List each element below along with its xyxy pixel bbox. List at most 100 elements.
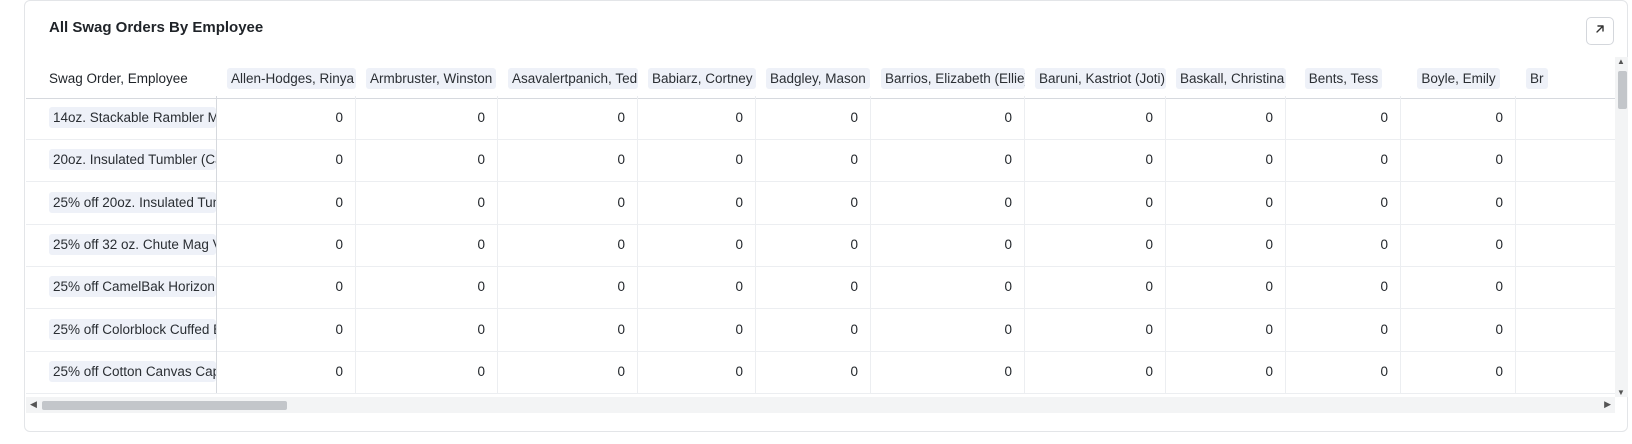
table-cell[interactable]: 0	[1025, 265, 1166, 309]
column-header[interactable]: Asavalertpanich, Ted	[498, 57, 638, 99]
table-cell[interactable]: 0	[498, 180, 638, 224]
table-cell[interactable]: 0	[638, 222, 756, 266]
table-cell[interactable]: 0	[1166, 180, 1286, 224]
table-cell[interactable]: 0	[1401, 222, 1516, 266]
table-cell[interactable]: 0	[1025, 307, 1166, 351]
table-cell[interactable]: 0	[1286, 96, 1401, 139]
table-cell[interactable]: 0	[217, 96, 356, 139]
table-cell[interactable]: 0	[356, 349, 498, 393]
table-cell[interactable]: 0	[356, 307, 498, 351]
expand-button[interactable]	[1586, 17, 1614, 45]
table-cell[interactable]: 0	[1401, 180, 1516, 224]
table-row[interactable]: 25% off 32 oz. Chute Mag Va 0 0 0 0 0 0 0 0 0 0	[26, 222, 1615, 267]
table-cell[interactable]: 0	[1166, 138, 1286, 182]
table-row[interactable]: 25% off Colorblock Cuffed B0000000000	[26, 307, 1615, 352]
table-cell[interactable]: 0	[1401, 265, 1516, 309]
horizontal-scroll-thumb[interactable]	[42, 401, 287, 410]
table-cell[interactable]: 0	[1286, 180, 1401, 224]
table-cell[interactable]: 0	[1286, 222, 1401, 266]
table-cell[interactable]: 0	[1166, 96, 1286, 139]
table-cell[interactable]: 0	[756, 349, 871, 393]
table-cell[interactable]: 0	[1401, 96, 1516, 139]
table-cell[interactable]: 0	[498, 349, 638, 393]
table-cell[interactable]: 0	[498, 265, 638, 309]
table-cell[interactable]: 0	[871, 222, 1025, 266]
column-header[interactable]: Barrios, Elizabeth (Ellie)	[871, 57, 1025, 99]
column-header[interactable]: Boyle, Emily	[1401, 57, 1516, 99]
table-cell[interactable]: 0	[217, 222, 356, 266]
table-row[interactable]: 14oz. Stackable Rambler Mu 0 0 0 0 0 0 0 0 0 0	[26, 96, 1615, 140]
row-header-cell[interactable]: 25% off 20oz. Insulated Tum	[26, 180, 217, 224]
table-cell[interactable]: 0	[871, 307, 1025, 351]
table-cell[interactable]: 0	[1401, 307, 1516, 351]
row-header-cell[interactable]: 25% off Colorblock Cuffed B	[26, 307, 217, 351]
scroll-down-icon[interactable]: ▼	[1617, 388, 1625, 397]
table-cell[interactable]: 0	[638, 349, 756, 393]
row-header-cell[interactable]: 25% off Cotton Canvas Cap (	[26, 349, 217, 393]
table-cell[interactable]: 0	[217, 138, 356, 182]
table-cell[interactable]: 0	[1166, 265, 1286, 309]
row-header-cell[interactable]: 25% off 32 oz. Chute Mag Va	[26, 222, 217, 266]
column-header[interactable]: Baskall, Christina	[1166, 57, 1286, 99]
table-row[interactable]: 25% off 20oz. Insulated Tum 0 0 0 0 0 0 0 0 0 0	[26, 180, 1615, 225]
table-cell[interactable]: 0	[217, 265, 356, 309]
table-cell[interactable]: 0	[756, 307, 871, 351]
column-header[interactable]: Bents, Tess	[1286, 57, 1401, 99]
column-header[interactable]: Baruni, Kastriot (Joti)	[1025, 57, 1166, 99]
table-cell[interactable]: 0	[356, 265, 498, 309]
column-header[interactable]: Babiarz, Cortney	[638, 57, 756, 99]
horizontal-scrollbar[interactable]: ◀ ▶	[26, 397, 1615, 413]
row-header-cell[interactable]: 14oz. Stackable Rambler Mu	[26, 96, 217, 139]
table-cell[interactable]: 0	[217, 349, 356, 393]
table-cell[interactable]: 0	[1025, 349, 1166, 393]
table-cell[interactable]: 0	[1166, 349, 1286, 393]
table-cell[interactable]: 0	[638, 96, 756, 139]
table-cell[interactable]: 0	[871, 349, 1025, 393]
table-cell[interactable]: 0	[1401, 349, 1516, 393]
table-cell[interactable]: 0	[638, 265, 756, 309]
table-cell[interactable]: 0	[1401, 138, 1516, 182]
table-cell[interactable]: 0	[217, 180, 356, 224]
table-cell[interactable]: 0	[498, 96, 638, 139]
table-cell[interactable]: 0	[498, 222, 638, 266]
table-cell[interactable]: 0	[1166, 222, 1286, 266]
table-cell[interactable]: 0	[1286, 307, 1401, 351]
table-row[interactable]: 25% off Cotton Canvas Cap (0 0 0 0 0 0 0 0 0 0	[26, 349, 1615, 394]
table-row[interactable]: 20oz. Insulated Tumbler (Car 0 0 0 0 0 0 0 0 0 0	[26, 138, 1615, 183]
table-cell[interactable]: 0	[871, 180, 1025, 224]
table-cell[interactable]: 0	[638, 180, 756, 224]
table-cell[interactable]: 0	[756, 180, 871, 224]
table-cell[interactable]: 0	[1025, 222, 1166, 266]
table-cell[interactable]: 0	[756, 138, 871, 182]
table-cell[interactable]: 0	[498, 138, 638, 182]
table-cell[interactable]: 0	[871, 96, 1025, 139]
row-header-cell[interactable]: 20oz. Insulated Tumbler (Car	[26, 138, 217, 182]
table-cell[interactable]: 0	[356, 180, 498, 224]
column-header[interactable]: Armbruster, Winston	[356, 57, 498, 99]
table-cell[interactable]: 0	[217, 307, 356, 351]
table-cell[interactable]: 0	[498, 307, 638, 351]
table-cell[interactable]: 0	[638, 307, 756, 351]
table-cell[interactable]: 0	[356, 222, 498, 266]
table-cell[interactable]: 0	[638, 138, 756, 182]
scroll-left-icon[interactable]: ◀	[30, 399, 37, 410]
table-cell[interactable]: 0	[1286, 349, 1401, 393]
column-header[interactable]: Allen-Hodges, Rinya	[217, 57, 356, 99]
scroll-right-icon[interactable]: ▶	[1604, 399, 1611, 410]
table-cell[interactable]: 0	[1025, 96, 1166, 139]
column-header[interactable]: Badgley, Mason	[756, 57, 871, 99]
vertical-scroll-thumb[interactable]	[1618, 71, 1627, 109]
table-cell[interactable]: 0	[756, 96, 871, 139]
table-cell[interactable]: 0	[1286, 265, 1401, 309]
table-cell[interactable]: 0	[1025, 180, 1166, 224]
scroll-up-icon[interactable]: ▲	[1617, 57, 1625, 66]
table-cell[interactable]: 0	[756, 265, 871, 309]
table-cell[interactable]: 0	[356, 96, 498, 139]
table-cell[interactable]: 0	[1025, 138, 1166, 182]
table-row[interactable]: 25% off CamelBak Horizon S0000000000	[26, 265, 1615, 310]
table-cell[interactable]: 0	[356, 138, 498, 182]
vertical-scrollbar[interactable]: ▲ ▼	[1615, 57, 1628, 397]
row-header-cell[interactable]: 25% off CamelBak Horizon S	[26, 265, 217, 309]
column-header[interactable]: Br	[1516, 57, 1615, 99]
table-cell[interactable]: 0	[871, 265, 1025, 309]
